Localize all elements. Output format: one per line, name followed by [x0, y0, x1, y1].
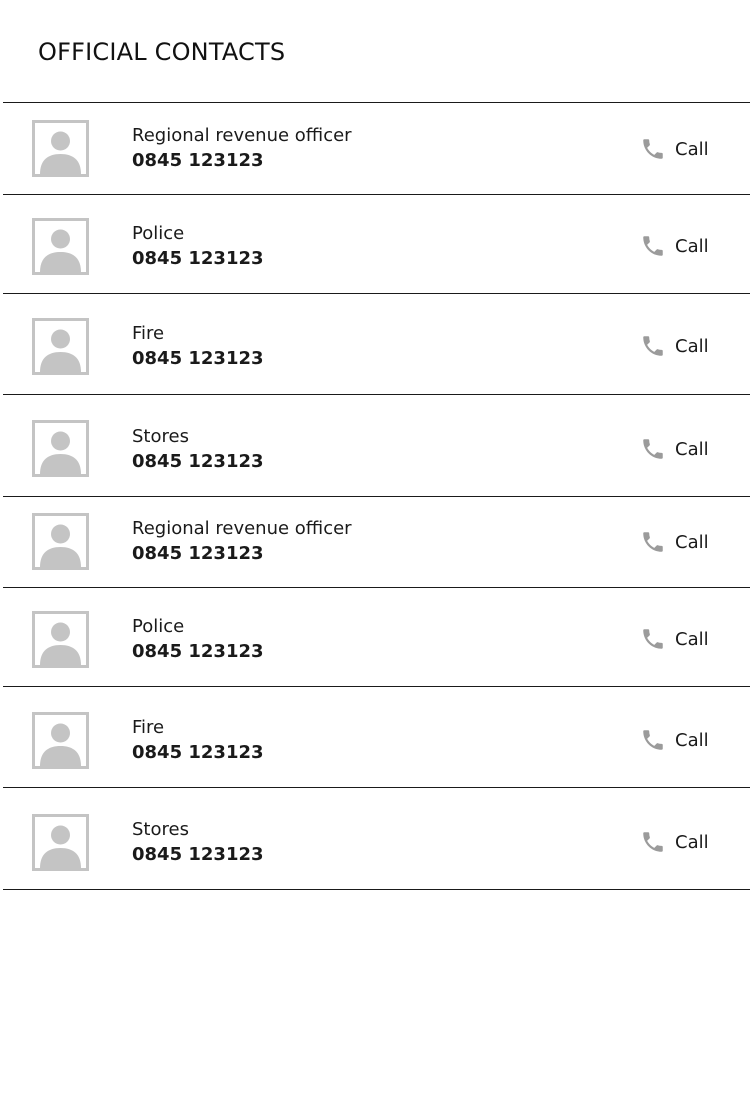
phone-icon: [643, 832, 663, 852]
contact-phone: 0845 123123: [132, 451, 264, 472]
contact-info: Stores 0845 123123: [132, 818, 264, 868]
avatar-person-silhouette-icon: [32, 712, 89, 769]
contact-name: Stores: [132, 426, 189, 447]
contact-phone: 0845 123123: [132, 742, 264, 763]
call-button[interactable]: Call: [640, 626, 709, 652]
phone-icon: [643, 336, 663, 356]
contact-info: Fire 0845 123123: [132, 716, 264, 766]
avatar-person-silhouette-icon: [32, 318, 89, 375]
contact-row: Police 0845 123123 Call: [3, 195, 750, 294]
contact-phone: 0845 123123: [132, 543, 264, 564]
contact-info: Stores 0845 123123: [132, 425, 264, 475]
contact-info: Regional revenue officer 0845 123123: [132, 124, 352, 174]
contact-phone: 0845 123123: [132, 348, 264, 369]
call-label: Call: [675, 138, 709, 160]
contact-phone: 0845 123123: [132, 641, 264, 662]
phone-icon: [643, 629, 663, 649]
call-label: Call: [675, 235, 709, 257]
contact-info: Fire 0845 123123: [132, 322, 264, 372]
call-button[interactable]: Call: [640, 333, 709, 359]
contact-row: Stores 0845 123123 Call: [3, 788, 750, 890]
contact-info: Police 0845 123123: [132, 222, 264, 272]
phone-icon: [643, 730, 663, 750]
contact-name: Police: [132, 223, 185, 244]
contact-name: Fire: [132, 717, 165, 738]
call-button[interactable]: Call: [640, 727, 709, 753]
contact-phone: 0845 123123: [132, 150, 264, 171]
contact-phone: 0845 123123: [132, 844, 264, 865]
avatar-person-silhouette-icon: [32, 218, 89, 275]
call-label: Call: [675, 628, 709, 650]
call-label: Call: [675, 831, 709, 853]
contact-name: Regional revenue officer: [132, 125, 352, 146]
call-button[interactable]: Call: [640, 233, 709, 259]
contact-list: Regional revenue officer 0845 123123 Cal…: [3, 102, 750, 890]
avatar-person-silhouette-icon: [32, 611, 89, 668]
avatar-person-silhouette-icon: [32, 120, 89, 177]
call-button[interactable]: Call: [640, 436, 709, 462]
contact-row: Fire 0845 123123 Call: [3, 294, 750, 395]
contact-row: Police 0845 123123 Call: [3, 588, 750, 687]
avatar-person-silhouette-icon: [32, 814, 89, 871]
phone-icon: [643, 439, 663, 459]
contact-name: Stores: [132, 819, 189, 840]
contact-row: Regional revenue officer 0845 123123 Cal…: [3, 103, 750, 195]
contact-name: Fire: [132, 323, 165, 344]
call-label: Call: [675, 531, 709, 553]
contact-row: Regional revenue officer 0845 123123 Cal…: [3, 497, 750, 588]
call-label: Call: [675, 729, 709, 751]
avatar-person-silhouette-icon: [32, 420, 89, 477]
call-button[interactable]: Call: [640, 136, 709, 162]
phone-icon: [643, 236, 663, 256]
contact-name: Police: [132, 616, 185, 637]
phone-icon: [643, 532, 663, 552]
call-button[interactable]: Call: [640, 529, 709, 555]
call-label: Call: [675, 335, 709, 357]
contact-phone: 0845 123123: [132, 248, 264, 269]
call-label: Call: [675, 438, 709, 460]
contact-row: Fire 0845 123123 Call: [3, 687, 750, 788]
page-title: OFFICIAL CONTACTS: [38, 38, 286, 66]
avatar-person-silhouette-icon: [32, 513, 89, 570]
contact-name: Regional revenue officer: [132, 518, 352, 539]
contact-row: Stores 0845 123123 Call: [3, 395, 750, 497]
contact-info: Police 0845 123123: [132, 615, 264, 665]
phone-icon: [643, 139, 663, 159]
call-button[interactable]: Call: [640, 829, 709, 855]
contact-info: Regional revenue officer 0845 123123: [132, 517, 352, 567]
